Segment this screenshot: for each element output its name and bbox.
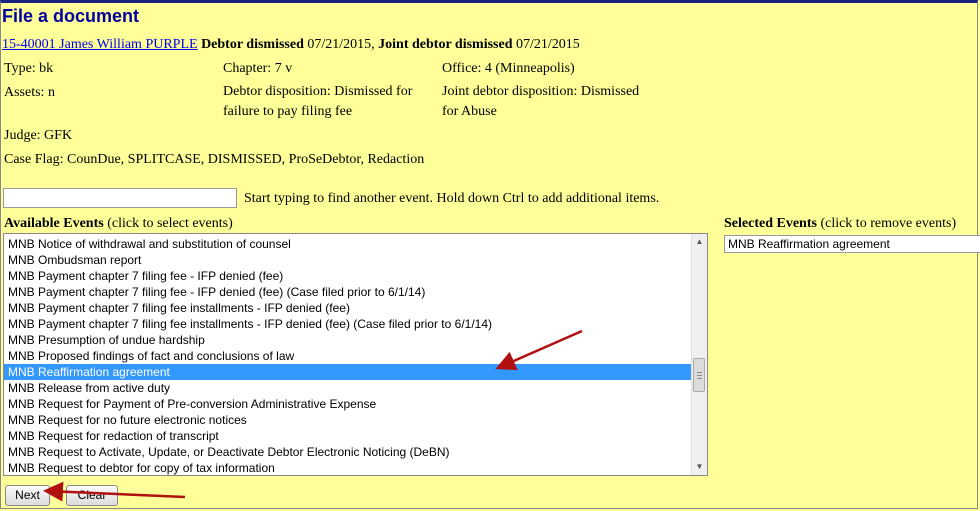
debtor-status-label: Debtor dismissed [201,37,304,52]
page-title: File a document [2,6,140,26]
scroll-thumb[interactable] [693,358,705,392]
selected-event-option[interactable]: MNB Reaffirmation agreement [725,236,980,252]
event-option[interactable]: MNB Notice of withdrawal and substitutio… [4,236,692,252]
case-flag: Case Flag: CounDue, SPLITCASE, DISMISSED… [4,152,425,167]
available-events-note: (click to select events) [107,216,233,231]
available-events-heading: Available Events (click to select events… [4,216,233,232]
event-option[interactable]: MNB Request for redaction of transcript [4,428,692,444]
debtor-status-date: 07/21/2015, [307,37,375,52]
selected-events-note: (click to remove events) [820,216,957,231]
joint-status-date: 07/21/2015 [515,37,580,52]
event-option[interactable]: MNB Request for Payment of Pre-conversio… [4,396,692,412]
search-hint: Start typing to find another event. Hold… [244,191,660,206]
event-option[interactable]: MNB Payment chapter 7 filing fee - IFP d… [4,268,692,284]
event-option[interactable]: MNB Request for no future electronic not… [4,412,692,428]
case-header: 15-40001 James William PURPLE Debtor dis… [2,37,580,53]
selected-events-list[interactable]: MNB Reaffirmation agreement [724,235,980,253]
available-events-title: Available Events [4,216,104,231]
clear-button[interactable]: Clear [66,485,118,506]
scroll-down-icon[interactable]: ▼ [692,459,707,475]
next-button[interactable]: Next [5,485,50,506]
list-scrollbar[interactable]: ▲ ▼ [691,234,707,475]
event-option[interactable]: MNB Release from active duty [4,380,692,396]
selected-events-heading: Selected Events (click to remove events) [724,216,956,232]
case-chapter: Chapter: 7 v [223,61,293,76]
case-judge: Judge: GFK [4,128,73,143]
event-search-input[interactable] [3,188,237,208]
event-option[interactable]: MNB Reaffirmation agreement [4,364,692,380]
event-option[interactable]: MNB Payment chapter 7 filing fee - IFP d… [4,284,692,300]
event-option[interactable]: MNB Payment chapter 7 filing fee install… [4,300,692,316]
case-assets: Assets: n [4,85,55,100]
case-type: Type: bk [4,61,54,76]
event-option[interactable]: MNB Ombudsman report [4,252,692,268]
scroll-up-icon[interactable]: ▲ [692,234,707,250]
case-link[interactable]: 15-40001 James William PURPLE [2,37,198,52]
debtor-disposition: Debtor disposition: Dismissed for failur… [223,84,413,119]
available-events-list[interactable]: MNB Notice of withdrawal and substitutio… [3,233,708,476]
selected-events-title: Selected Events [724,216,817,231]
event-option[interactable]: MNB Request to Activate, Update, or Deac… [4,444,692,460]
event-option[interactable]: MNB Request to debtor for copy of tax in… [4,460,692,475]
case-office: Office: 4 (Minneapolis) [442,61,575,76]
joint-disposition: Joint debtor disposition: Dismissed for … [442,84,640,119]
joint-status-label: Joint debtor dismissed [378,37,513,52]
event-option[interactable]: MNB Presumption of undue hardship [4,332,692,348]
available-events-items: MNB Notice of withdrawal and substitutio… [4,236,692,475]
event-option[interactable]: MNB Proposed findings of fact and conclu… [4,348,692,364]
event-option[interactable]: MNB Payment chapter 7 filing fee install… [4,316,692,332]
